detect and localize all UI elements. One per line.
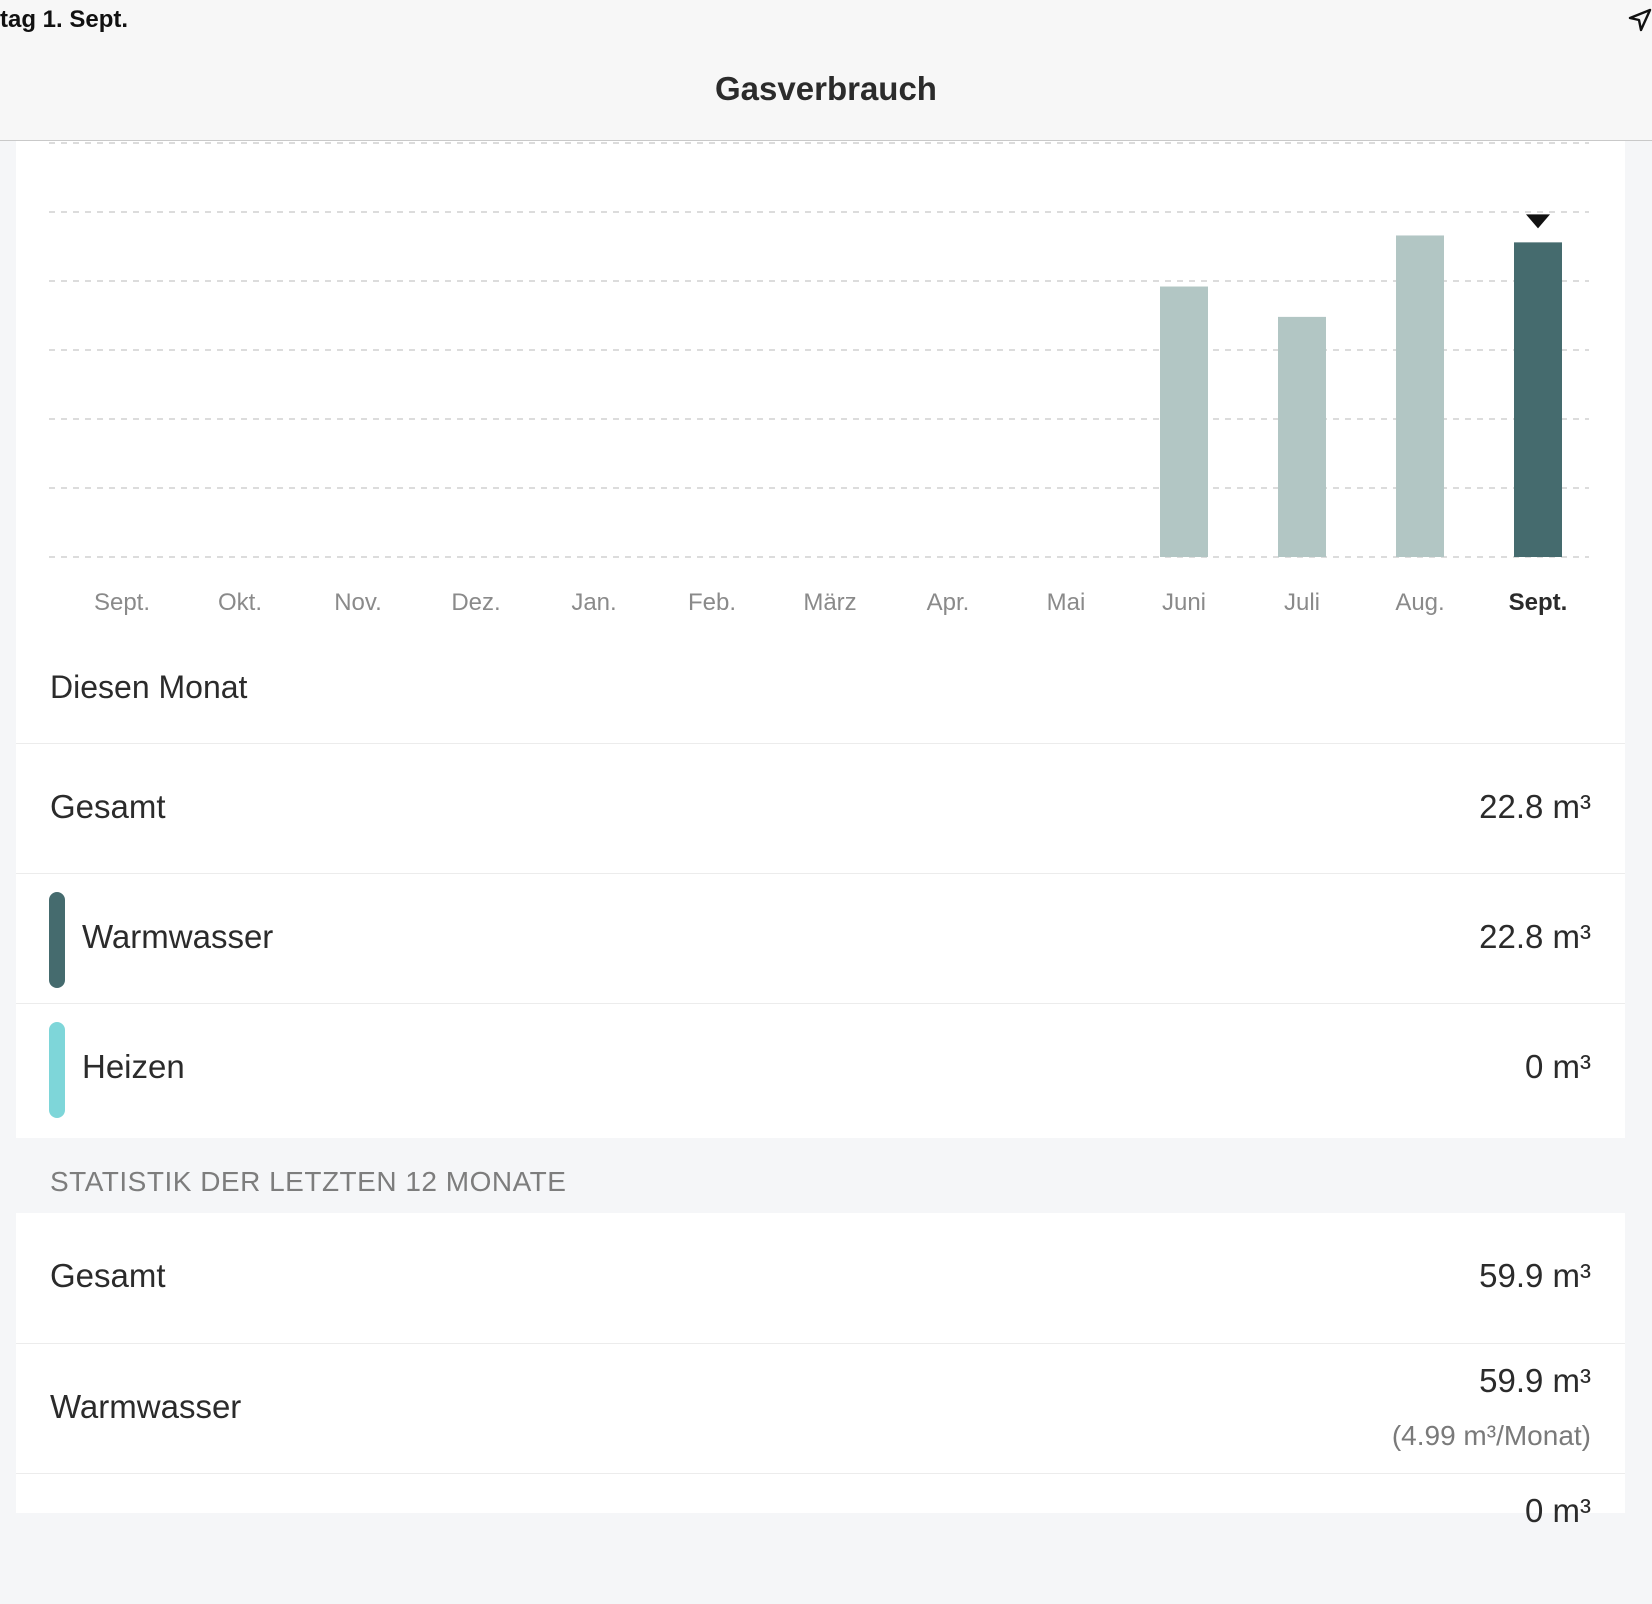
chart-bar[interactable] xyxy=(1278,316,1326,557)
stats-card: Gesamt 59.9 m³ Warmwasser 59.9 m³ (4.99 … xyxy=(16,1213,1625,1529)
section-title: Diesen Monat xyxy=(50,669,248,705)
chart-bar[interactable] xyxy=(1396,235,1444,557)
stats-warmwater-value: 59.9 m³ xyxy=(1479,1362,1591,1399)
chart-tick-label[interactable]: Dez. xyxy=(451,589,500,616)
chart-tick-label[interactable]: Nov. xyxy=(334,589,382,616)
chart-tick-label[interactable]: Sept. xyxy=(1509,589,1568,616)
month-card: Sept. Okt. Nov. Dez. Jan. Feb. März Apr. Mai Juni… xyxy=(16,141,1625,1138)
chart-tick-label[interactable]: Feb. xyxy=(688,589,736,616)
stats-heating-value: 0 m³ xyxy=(1525,1492,1591,1529)
selection-marker-icon xyxy=(1526,214,1550,229)
chart-tick-label[interactable]: Jan. xyxy=(571,589,616,616)
status-bar: tag 1. Sept. xyxy=(0,0,1652,40)
stats-total-row: Gesamt 59.9 m³ xyxy=(16,1213,1625,1343)
chart-bar[interactable] xyxy=(1514,242,1562,558)
chart-tick-label[interactable]: Sept. xyxy=(94,589,150,616)
stats-warmwater-row: Warmwasser 59.9 m³ (4.99 m³/Monat) xyxy=(16,1343,1625,1474)
stats-total-label: Gesamt xyxy=(50,1257,166,1294)
chart-tick-label[interactable]: Juli xyxy=(1284,589,1320,616)
chart-tick-label[interactable]: März xyxy=(803,589,856,616)
month-total-label: Gesamt xyxy=(50,788,166,825)
month-heating-label: Heizen xyxy=(82,1048,185,1085)
chart-tick-label[interactable]: Apr. xyxy=(927,589,970,616)
month-total-value: 22.8 m³ xyxy=(1479,788,1591,825)
month-warmwater-value: 22.8 m³ xyxy=(1479,918,1591,955)
stats-warmwater-label: Warmwasser xyxy=(50,1388,242,1425)
month-total-row: Gesamt 22.8 m³ xyxy=(16,743,1625,874)
warmwater-color-swatch xyxy=(49,892,65,988)
chart-bar[interactable] xyxy=(1160,286,1208,557)
month-heating-row: Heizen 0 m³ xyxy=(16,1003,1625,1134)
stats-section-header: STATISTIK DER LETZTEN 12 MONATE xyxy=(50,1166,567,1197)
month-warmwater-row: Warmwasser 22.8 m³ xyxy=(16,873,1625,1004)
heating-color-swatch xyxy=(49,1022,65,1118)
stats-total-value: 59.9 m³ xyxy=(1479,1257,1591,1294)
page-title: Gasverbrauch xyxy=(715,70,937,107)
month-warmwater-label: Warmwasser xyxy=(82,918,274,955)
navigation-bar: Gasverbrauch xyxy=(0,40,1652,141)
chart-tick-label[interactable]: Okt. xyxy=(218,589,262,616)
month-heating-value: 0 m³ xyxy=(1525,1048,1591,1085)
gas-usage-chart[interactable]: Sept. Okt. Nov. Dez. Jan. Feb. März Apr. Mai Juni… xyxy=(16,141,1625,641)
chart-tick-label[interactable]: Aug. xyxy=(1395,589,1444,616)
chart-tick-label[interactable]: Mai xyxy=(1047,589,1086,616)
stats-heating-row: 0 m³ xyxy=(16,1473,1625,1604)
chart-tick-label[interactable]: Juni xyxy=(1162,589,1206,616)
stats-warmwater-monthly: (4.99 m³/Monat) xyxy=(1391,1420,1591,1451)
status-date: tag 1. Sept. xyxy=(0,6,129,33)
location-arrow-icon xyxy=(1628,8,1652,32)
